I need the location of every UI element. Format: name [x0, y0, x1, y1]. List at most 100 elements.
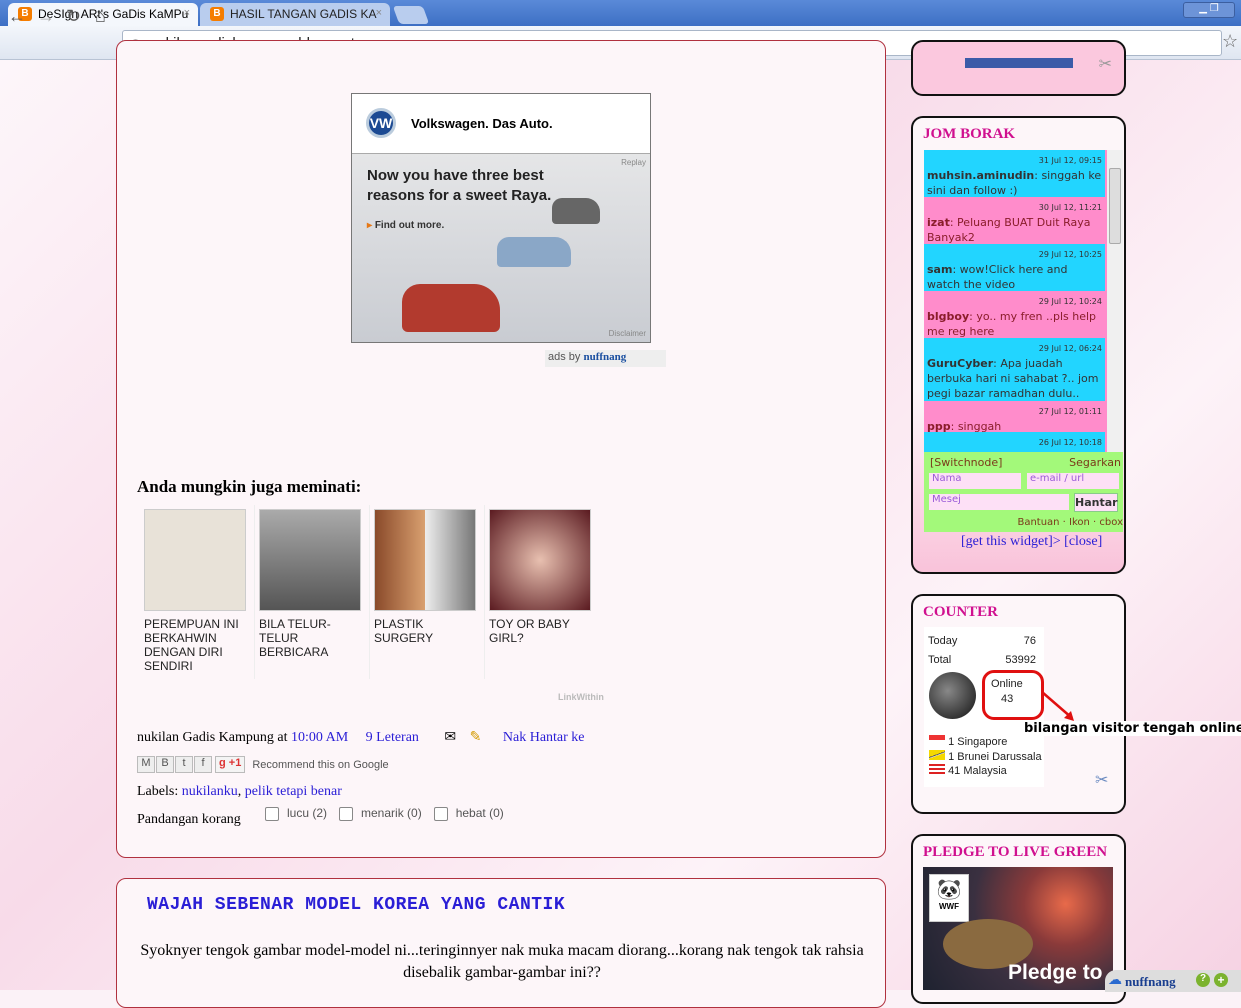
- message-date: 26 Jul 12, 10:18: [1038, 438, 1102, 447]
- chat-messages: 31 Jul 12, 09:15 muhsin.aminudin: singgah…: [924, 150, 1123, 452]
- name-input[interactable]: Nama: [929, 473, 1021, 489]
- blogger-icon: B: [210, 7, 224, 21]
- email-post-icon[interactable]: ✉: [444, 730, 456, 745]
- reaction-checkbox[interactable]: hebat (0): [433, 806, 504, 821]
- next-post-title[interactable]: WAJAH SEBENAR MODEL KOREA YANG CANTIK: [147, 895, 565, 915]
- edit-pencil-icon[interactable]: ✎: [470, 730, 482, 745]
- tools-icon[interactable]: ✂: [1099, 54, 1112, 74]
- reactions: lucu (2) menarik (0) hebat (0): [265, 806, 504, 821]
- send-link[interactable]: Nak Hantar ke: [503, 730, 585, 745]
- post-footer-line: nukilan Gadis Kampung at 10:00 AM 9 Lete…: [137, 729, 585, 746]
- related-posts: PEREMPUAN INI BERKAHWIN DENGAN DIRI SEND…: [140, 505, 600, 679]
- chat-message: 30 Jul 12, 11:21 izat: Peluang BUAT Duit …: [924, 197, 1105, 244]
- total-label: Total: [928, 654, 952, 666]
- reaction-checkbox[interactable]: menarik (0): [339, 806, 422, 821]
- gmail-share-icon[interactable]: M: [137, 756, 155, 773]
- tools-icon[interactable]: ✂: [1095, 770, 1108, 790]
- blogger-share-icon[interactable]: B: [156, 756, 174, 773]
- label-link[interactable]: pelik tetapi benar: [245, 784, 342, 799]
- country-row: 41 Malaysia: [948, 765, 1007, 777]
- new-tab-button[interactable]: [392, 6, 430, 24]
- message-user[interactable]: GuruCyber: [927, 357, 993, 370]
- ad-brand: Volkswagen. Das Auto.: [411, 116, 553, 131]
- follow-button[interactable]: [965, 58, 1073, 68]
- back-icon[interactable]: ←: [8, 6, 26, 27]
- reaction-label: lucu (2): [287, 806, 328, 820]
- tab-inactive[interactable]: B HASIL TANGAN GADIS KA ×: [200, 3, 390, 26]
- plus-icon[interactable]: +: [1214, 973, 1228, 987]
- message-input[interactable]: Mesej: [929, 494, 1069, 510]
- send-button[interactable]: Hantar: [1074, 493, 1118, 512]
- reaction-label: hebat (0): [455, 806, 504, 820]
- vw-ad[interactable]: VW Volkswagen. Das Auto. Replay Now you …: [351, 93, 651, 343]
- message-user[interactable]: sam: [927, 263, 952, 276]
- close-tab-icon[interactable]: ×: [376, 7, 382, 19]
- labels-line: Labels: nukilanku, pelik tetapi benar: [137, 784, 342, 799]
- google-plusone-button[interactable]: g +1: [215, 756, 246, 773]
- widget-title: COUNTER: [923, 604, 999, 620]
- annotation-arrow: [1041, 691, 1074, 721]
- refresh-link[interactable]: Segarkan: [1069, 456, 1121, 469]
- email-input[interactable]: e-mail / url: [1027, 473, 1119, 489]
- related-label: BILA TELUR-TELUR BERBICARA: [259, 617, 331, 659]
- car-image: [552, 198, 600, 224]
- ad-replay[interactable]: Replay: [621, 158, 646, 167]
- post-author: nukilan Gadis Kampung at: [137, 730, 288, 745]
- message-user[interactable]: blgboy: [927, 310, 969, 323]
- switchnode-link[interactable]: [Switchnode]: [930, 456, 1002, 469]
- home-icon[interactable]: ⌂: [95, 6, 106, 27]
- get-widget-link[interactable]: [get this widget]> [close]: [961, 534, 1102, 550]
- twitter-share-icon[interactable]: t: [175, 756, 193, 773]
- highlight-circle: [982, 670, 1044, 720]
- cbox-links[interactable]: Bantuan · Ikon · cbox: [1017, 517, 1123, 528]
- vw-logo-icon: VW: [366, 108, 396, 138]
- chat-message: 31 Jul 12, 09:15 muhsin.aminudin: singgah…: [924, 150, 1105, 197]
- nuffnang-bar[interactable]: ☁ nuffnang ? +: [1105, 970, 1241, 992]
- post-timestamp-link[interactable]: 10:00 AM: [291, 730, 348, 745]
- message-user[interactable]: muhsin.aminudin: [927, 169, 1034, 182]
- adsby-text: ads by: [548, 351, 581, 363]
- country-row: 1 Brunei Darussala: [948, 750, 1042, 763]
- pledge-overlay-text: Pledge to: [1008, 961, 1103, 984]
- next-post-body: Syoknyer tengok gambar model-model ni...…: [140, 942, 864, 981]
- message-date: 29 Jul 12, 06:24: [1038, 344, 1102, 353]
- bookmark-star-icon[interactable]: ☆: [1222, 31, 1238, 52]
- pledge-banner[interactable]: 🐼 WWF Pledge to: [923, 867, 1113, 990]
- facebook-share-icon[interactable]: f: [194, 756, 212, 773]
- related-item[interactable]: PEREMPUAN INI BERKAHWIN DENGAN DIRI SEND…: [140, 505, 255, 679]
- malaysia-flag-icon: [929, 764, 945, 774]
- ad-cta[interactable]: ▸ Find out more.: [367, 220, 444, 231]
- reload-icon[interactable]: ↻: [66, 6, 81, 27]
- message-user[interactable]: izat: [927, 216, 950, 229]
- country-list: 1 Singapore 1 Brunei Darussala 41 Malays…: [929, 735, 1043, 779]
- ad-disclaimer[interactable]: Disclaimer: [609, 329, 646, 338]
- widget-title: JOM BORAK: [923, 126, 1016, 142]
- message-date: 30 Jul 12, 11:21: [1038, 203, 1102, 212]
- help-icon[interactable]: ?: [1196, 973, 1210, 987]
- related-thumbnail: [489, 509, 591, 611]
- nuffnang-adsby[interactable]: ads by nuffnang: [545, 350, 666, 367]
- linkwithin-credit[interactable]: LinkWithin: [558, 692, 604, 702]
- chat-message: 29 Jul 12, 10:24 blgboy: yo.. my fren ..p…: [924, 291, 1105, 338]
- reaction-checkbox[interactable]: lucu (2): [265, 806, 327, 821]
- car-image: [402, 284, 500, 332]
- related-thumbnail: [144, 509, 246, 611]
- comments-link[interactable]: 9 Leteran: [366, 730, 419, 745]
- related-item[interactable]: PLASTIK SURGERY: [370, 505, 485, 679]
- widget-title: PLEDGE TO LIVE GREEN: [923, 844, 1108, 860]
- window-controls[interactable]: ▁ ❐: [1183, 2, 1235, 18]
- nuffnang-logo-icon: ☁: [1108, 971, 1122, 987]
- label-link[interactable]: nukilanku: [182, 784, 238, 799]
- nuffnang-logo: nuffnang: [583, 351, 627, 363]
- related-thumbnail: [374, 509, 476, 611]
- related-item[interactable]: TOY OR BABY GIRL?: [485, 505, 600, 679]
- related-item[interactable]: BILA TELUR-TELUR BERBICARA: [255, 505, 370, 679]
- recommend-text: Recommend this on Google: [252, 758, 389, 771]
- chat-scrollbar[interactable]: [1107, 150, 1123, 452]
- related-label: PEREMPUAN INI BERKAHWIN DENGAN DIRI SEND…: [144, 617, 239, 673]
- related-thumbnail: [259, 509, 361, 611]
- message-user[interactable]: ppp: [927, 420, 951, 433]
- tab-title: DeSIgn ARt's GaDis KaMPu: [38, 7, 189, 21]
- forward-icon[interactable]: →: [37, 6, 55, 27]
- close-tab-icon[interactable]: ×: [184, 7, 190, 19]
